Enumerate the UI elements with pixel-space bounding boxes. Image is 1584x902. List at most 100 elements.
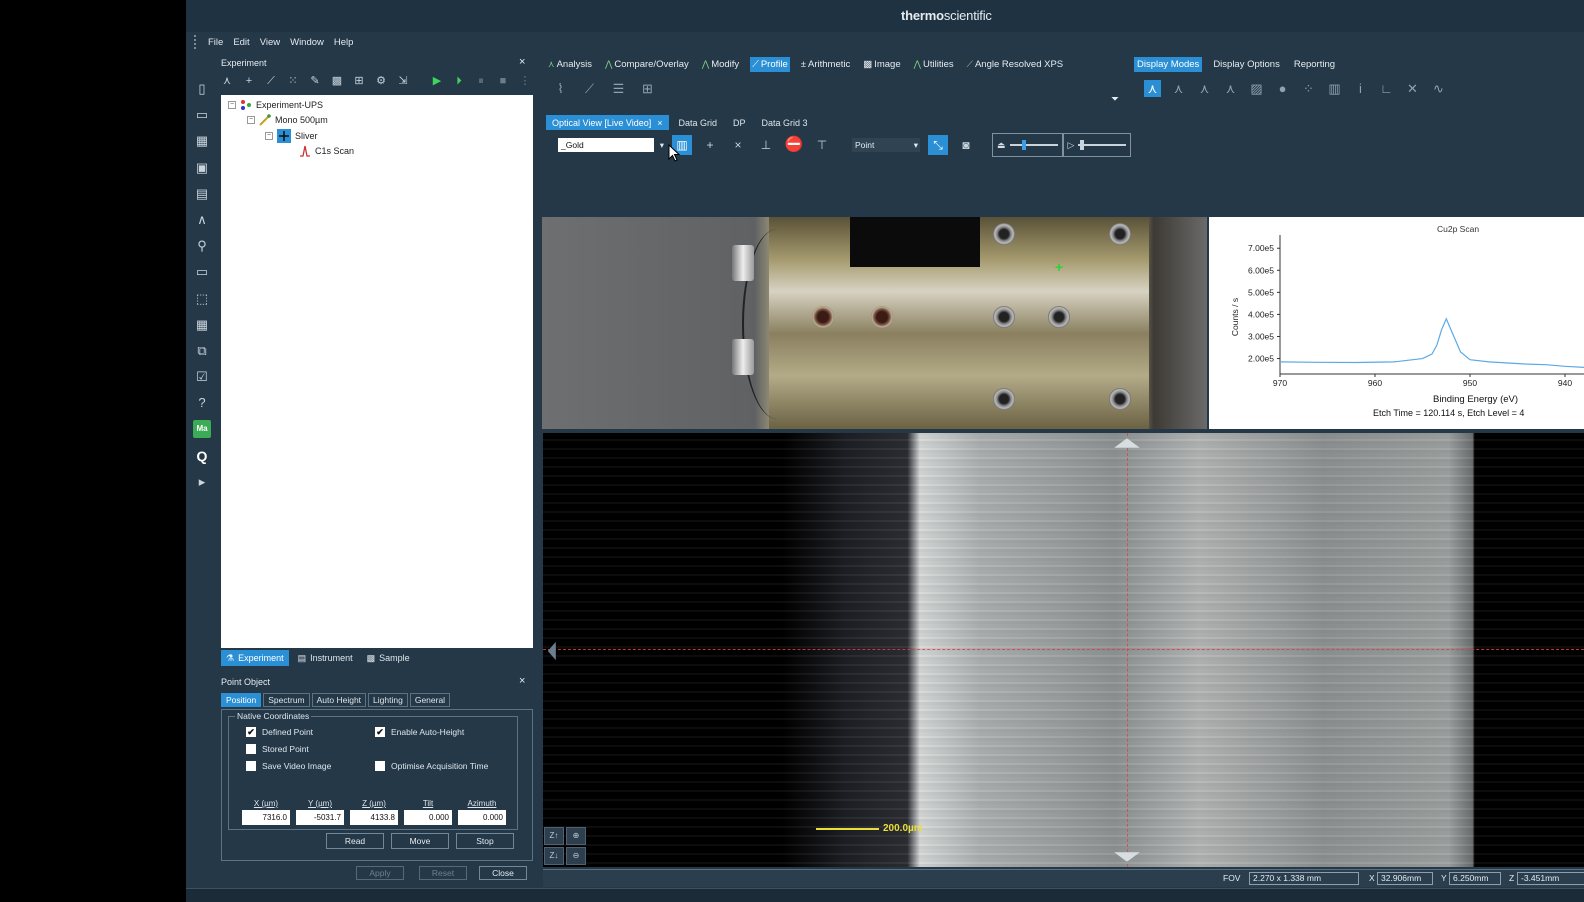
points-grid-icon[interactable]: ⁙ [286, 74, 300, 88]
display-mode-11-icon[interactable]: ∿ [1430, 80, 1447, 97]
tab-spectrum[interactable]: Spectrum [263, 693, 310, 707]
illumination-slider[interactable]: ⏏ [992, 133, 1063, 157]
more-icon[interactable]: ⋮ [518, 74, 532, 88]
z-input[interactable]: 4133.8 [350, 810, 398, 825]
close-button[interactable]: Close [479, 866, 527, 880]
spectrum-icon[interactable]: ∧ [193, 211, 211, 229]
table-icon[interactable]: ▦ [193, 316, 211, 334]
help-spectrum-icon[interactable]: ? [193, 394, 211, 412]
tab-experiment[interactable]: ⚗ Experiment [221, 650, 289, 666]
display-mode-8-icon[interactable]: ▥ [1326, 80, 1343, 97]
display-mode-10-icon[interactable]: ✕ [1404, 80, 1421, 97]
ribbon-tab-display-options[interactable]: Display Options [1210, 57, 1283, 72]
display-mode-4-icon[interactable]: ⋏ [1222, 80, 1239, 97]
export-icon[interactable]: ⇲ [396, 74, 410, 88]
stop-icon[interactable]: ■ [496, 74, 510, 88]
display-mode-5-icon[interactable]: ▨ [1248, 80, 1265, 97]
ribbon-collapse-icon[interactable]: ⏷ [1111, 94, 1119, 105]
checkbox-box[interactable] [246, 761, 256, 771]
stop-button[interactable]: Stop [456, 833, 514, 849]
tab-instrument[interactable]: ▤ Instrument [293, 650, 358, 666]
reset-button[interactable]: Reset [419, 866, 467, 880]
tab-data-grid-3[interactable]: Data Grid 3 [756, 115, 814, 130]
y-input[interactable]: -5031.7 [296, 810, 344, 825]
profile-tool-3-icon[interactable]: ☰ [610, 80, 627, 97]
defined-point-checkbox[interactable]: ✔ Defined Point [246, 727, 313, 737]
x-input[interactable]: 7316.0 [242, 810, 290, 825]
peak-icon[interactable]: ⋏ [220, 74, 234, 88]
no-entry-icon[interactable]: ⛔ [784, 135, 804, 155]
tab-lighting[interactable]: Lighting [368, 693, 408, 707]
collapse-icon[interactable]: − [265, 132, 273, 140]
camera-icon[interactable]: ◙ [956, 135, 976, 155]
display-mode-1-icon[interactable]: ⋏ [1144, 80, 1161, 97]
microscope-icon[interactable]: ⚲ [193, 237, 211, 255]
ribbon-tab-reporting[interactable]: Reporting [1291, 57, 1338, 72]
checkbox-box[interactable]: ✔ [246, 727, 256, 737]
selection-icon[interactable]: ⬚ [193, 290, 211, 308]
hierarchy-icon[interactable]: ⧉ [193, 342, 211, 360]
live-video-view[interactable]: 200.0µm Z↑ ⊕ Z↓ ⊖ [543, 433, 1584, 867]
stage-icon[interactable]: ⊥ [756, 135, 776, 155]
tilt-input[interactable]: 0.000 [404, 810, 452, 825]
tree-icon[interactable]: ⊞ [352, 74, 366, 88]
close-tab-icon[interactable]: × [657, 118, 662, 128]
tab-dp[interactable]: DP [727, 115, 752, 130]
remove-point-icon[interactable]: × [728, 135, 748, 155]
collapse-icon[interactable]: − [228, 101, 236, 109]
tree-node-experiment[interactable]: − Experiment-UPS [228, 99, 323, 111]
spectrum-chart[interactable]: Cu2p Scan Counts / s 7.00e5 6.00e5 5.00e5 4… [1209, 217, 1584, 429]
optimise-acquisition-checkbox[interactable]: Optimise Acquisition Time [375, 761, 488, 771]
apply-button[interactable]: Apply [356, 866, 404, 880]
collapse-icon[interactable]: − [247, 116, 255, 124]
info-icon[interactable]: i [1352, 80, 1369, 97]
sample-overview-image[interactable]: + [542, 217, 1207, 429]
ribbon-tab-profile[interactable]: ⟋ Profile [750, 57, 790, 72]
profile-tool-1-icon[interactable]: ⌇ [552, 80, 569, 97]
z-down-button[interactable]: Z↓ [544, 847, 564, 865]
tab-data-grid[interactable]: Data Grid [673, 115, 724, 130]
tab-sample[interactable]: ▩ Sample [362, 650, 415, 666]
tab-general[interactable]: General [409, 693, 451, 707]
menu-help[interactable]: Help [334, 37, 354, 48]
display-mode-3-icon[interactable]: ⋏ [1196, 80, 1213, 97]
ribbon-tab-modify[interactable]: ⋀ Modify [700, 57, 741, 72]
ma-icon[interactable]: Ma [193, 420, 211, 439]
line-icon[interactable]: ⟋ [264, 74, 278, 88]
contrast-slider[interactable]: ▷ [1062, 133, 1132, 157]
ribbon-tab-display-modes[interactable]: Display Modes [1134, 57, 1203, 72]
ribbon-tab-compare-overlay[interactable]: ⋀ Compare/Overlay [603, 57, 691, 72]
enable-auto-height-checkbox[interactable]: ✔ Enable Auto-Height [375, 727, 464, 737]
grid-icon[interactable]: ▦ [193, 132, 211, 150]
run-all-icon[interactable]: ⏵ [452, 74, 466, 88]
display-mode-6-icon[interactable]: ● [1274, 80, 1291, 97]
checkbox-box[interactable] [246, 744, 256, 754]
checkbox-box[interactable] [375, 761, 385, 771]
tab-position[interactable]: Position [221, 693, 262, 707]
save-video-image-checkbox[interactable]: Save Video Image [246, 761, 331, 771]
add-point-icon[interactable]: + [700, 135, 720, 155]
checkbox-box[interactable]: ✔ [375, 727, 385, 737]
point-marker-icon[interactable]: + [1055, 259, 1063, 275]
azimuth-input[interactable]: 0.000 [458, 810, 506, 825]
new-document-icon[interactable]: ▯ [193, 80, 211, 98]
image-icon[interactable]: ▩ [330, 74, 344, 88]
lift-icon[interactable]: ⊤ [812, 135, 832, 155]
checklist-icon[interactable]: ☑ [193, 368, 211, 386]
z-up-button[interactable]: Z↑ [544, 827, 564, 845]
ribbon-tab-analysis[interactable]: ⋏ Analysis [546, 57, 594, 72]
print-icon[interactable]: ▤ [193, 185, 211, 203]
ribbon-tab-utilities[interactable]: ⋀ Utilities [912, 57, 956, 72]
menu-edit[interactable]: Edit [233, 37, 249, 48]
display-mode-7-icon[interactable]: ⁘ [1300, 80, 1317, 97]
display-mode-2-icon[interactable]: ⋏ [1170, 80, 1187, 97]
query-icon[interactable]: Q [193, 447, 211, 465]
display-mode-9-icon[interactable]: ∟ [1378, 80, 1395, 97]
mode-select[interactable]: Point ▾ [852, 138, 920, 152]
zoom-in-icon[interactable]: ⊕ [566, 827, 586, 845]
window-icon[interactable]: ▭ [193, 263, 211, 281]
ribbon-tab-image[interactable]: ▩ Image [861, 57, 902, 72]
run-icon[interactable]: ▶ [430, 74, 444, 88]
point-object-close-icon[interactable]: × [519, 675, 525, 687]
experiment-close-icon[interactable]: × [519, 56, 525, 68]
